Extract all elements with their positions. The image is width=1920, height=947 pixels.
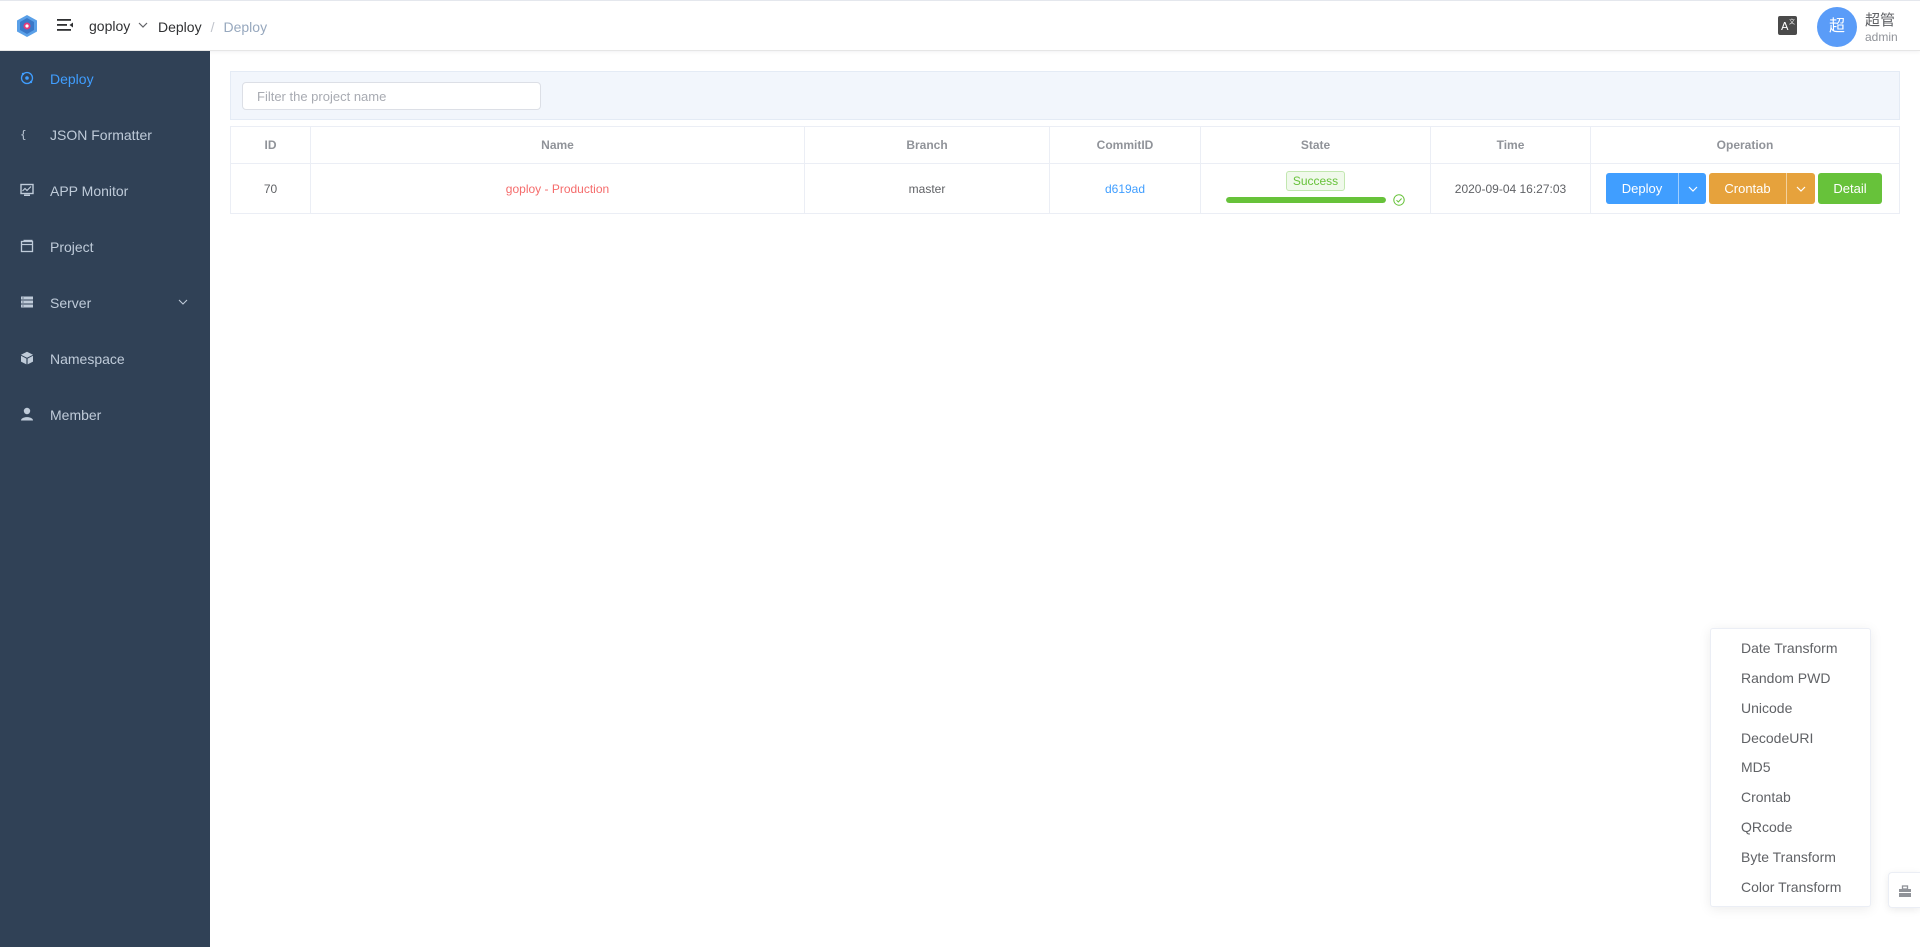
tools-menu-item[interactable]: Byte Transform xyxy=(1711,842,1870,872)
deploy-progress-bar xyxy=(1225,194,1406,206)
deploy-button[interactable]: Deploy xyxy=(1606,173,1678,204)
column-header-branch: Branch xyxy=(805,127,1050,163)
chevron-down-icon xyxy=(138,22,148,28)
cell-branch: master xyxy=(805,164,1050,213)
language-switch-icon[interactable]: A 文 xyxy=(1778,16,1797,35)
user-name[interactable]: 超管 xyxy=(1865,9,1895,30)
sidebar-item-json-formatter[interactable]: { } JSON Formatter xyxy=(0,107,210,163)
detail-button-group: Detail xyxy=(1818,173,1882,204)
tools-menu-item[interactable]: MD5 xyxy=(1711,752,1870,782)
sidebar-item-label: APP Monitor xyxy=(50,183,129,199)
status-badge: Success xyxy=(1285,171,1346,191)
breadcrumb-item[interactable]: Deploy xyxy=(158,19,202,35)
avatar[interactable]: 超 xyxy=(1817,7,1857,47)
cube-icon xyxy=(21,351,33,365)
tools-menu-item[interactable]: QRcode xyxy=(1711,812,1870,842)
column-header-time: Time xyxy=(1431,127,1591,163)
breadcrumb-separator: / xyxy=(210,19,215,35)
user-role: admin xyxy=(1865,30,1898,44)
deploy-button-group: Deploy xyxy=(1606,173,1706,204)
braces-icon: { } xyxy=(20,128,34,141)
deploy-table: ID Name Branch CommitID State Time Opera… xyxy=(230,126,1900,214)
sidebar-item-member[interactable]: Member xyxy=(0,387,210,443)
filter-bar xyxy=(230,71,1900,120)
sidebar-item-label: Deploy xyxy=(50,71,94,87)
cell-id: 70 xyxy=(231,164,311,213)
svg-text:文: 文 xyxy=(1789,18,1795,26)
sidebar-item-project[interactable]: Project xyxy=(0,219,210,275)
chevron-down-icon xyxy=(1796,186,1806,192)
goploy-logo-icon[interactable] xyxy=(15,14,39,38)
crontab-button[interactable]: Crontab xyxy=(1709,173,1786,204)
table-header-row: ID Name Branch CommitID State Time Opera… xyxy=(231,127,1899,164)
deploy-dropdown-button[interactable] xyxy=(1678,173,1706,204)
sidebar-item-server[interactable]: Server xyxy=(0,275,210,331)
column-header-commit: CommitID xyxy=(1050,127,1201,163)
namespace-label: goploy xyxy=(89,18,131,34)
tools-menu-item[interactable]: Unicode xyxy=(1711,693,1870,723)
namespace-switcher[interactable]: goploy xyxy=(89,18,148,34)
success-check-icon xyxy=(1392,194,1405,206)
column-header-operation: Operation xyxy=(1716,138,1774,152)
hamburger-icon[interactable] xyxy=(56,16,74,34)
svg-text:{ }: { } xyxy=(20,128,34,141)
toolbox-icon xyxy=(1899,885,1911,897)
sidebar-item-deploy[interactable]: Deploy xyxy=(0,51,210,107)
chevron-down-icon xyxy=(178,299,188,305)
crontab-dropdown-button[interactable] xyxy=(1786,173,1815,204)
cell-commit: d619ad xyxy=(1050,164,1201,213)
project-icon xyxy=(20,239,34,253)
crontab-button-group: Crontab xyxy=(1709,173,1815,204)
deploy-icon xyxy=(20,71,34,85)
tools-menu-item[interactable]: Color Transform xyxy=(1711,872,1870,902)
table-row: 70 goploy - Production master d619ad Suc… xyxy=(231,164,1899,214)
server-icon xyxy=(21,296,33,308)
tools-menu: Date Transform Random PWD Unicode Decode… xyxy=(1710,628,1871,907)
project-name: goploy - Production xyxy=(505,181,610,196)
tools-menu-item[interactable]: Crontab xyxy=(1711,782,1870,812)
column-header-name: Name xyxy=(311,127,805,163)
cell-state: Success xyxy=(1201,164,1431,213)
detail-button[interactable]: Detail xyxy=(1818,173,1882,204)
progress-fill xyxy=(1225,197,1386,203)
sidebar-item-app-monitor[interactable]: APP Monitor xyxy=(0,163,210,219)
top-navbar: goploy Deploy / Deploy A 文 超 超管 admin xyxy=(0,0,1920,51)
tools-menu-item[interactable]: DecodeURI xyxy=(1711,723,1870,753)
cell-operation: Deploy Crontab Detail xyxy=(1591,164,1899,213)
sidebar-item-label: Namespace xyxy=(50,351,125,367)
monitor-icon xyxy=(20,183,34,196)
sidebar: Deploy { } JSON Formatter APP Monitor Pr… xyxy=(0,51,210,947)
toolbox-toggle-button[interactable] xyxy=(1888,872,1920,908)
project-filter-input[interactable] xyxy=(242,82,541,110)
sidebar-item-label: JSON Formatter xyxy=(50,127,152,143)
column-header-state: State xyxy=(1201,127,1431,163)
cell-name: goploy - Production xyxy=(311,164,805,213)
chevron-down-icon xyxy=(1688,186,1697,192)
sidebar-item-label: Member xyxy=(50,407,102,423)
column-header-id: ID xyxy=(231,127,311,163)
sidebar-item-namespace[interactable]: Namespace xyxy=(0,331,210,387)
sidebar-item-label: Server xyxy=(50,295,92,311)
tools-menu-item[interactable]: Date Transform xyxy=(1711,633,1870,663)
sidebar-item-label: Project xyxy=(50,239,94,255)
tools-menu-item[interactable]: Random PWD xyxy=(1711,663,1870,693)
user-icon xyxy=(21,407,33,421)
cell-time: 2020-09-04 16:27:03 xyxy=(1431,164,1591,213)
breadcrumb: Deploy / Deploy xyxy=(158,19,267,35)
commit-id-link[interactable]: d619ad xyxy=(1105,182,1145,196)
breadcrumb-current: Deploy xyxy=(223,19,268,35)
svg-text:A: A xyxy=(1781,20,1789,33)
